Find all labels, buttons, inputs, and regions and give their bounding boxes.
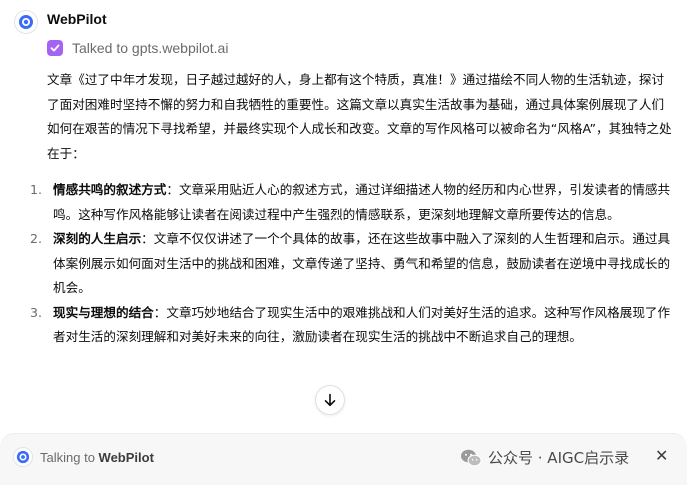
arrow-down-icon xyxy=(324,393,336,407)
message-list: 1. 情感共鸣的叙述方式：文章采用贴近人心的叙述方式，通过详细描述人物的经历和内… xyxy=(30,178,675,350)
list-number: 2. xyxy=(30,231,43,246)
list-item-title: 情感共鸣的叙述方式 xyxy=(53,182,167,197)
close-icon[interactable]: ✕ xyxy=(655,446,668,466)
talking-prefix: Talking to xyxy=(40,450,95,465)
watermark-text: 公众号 · AIGC启示录 xyxy=(488,449,630,467)
check-icon xyxy=(47,40,63,56)
talking-name: WebPilot xyxy=(98,450,154,465)
list-item: 2. 深刻的人生启示：文章不仅仅讲述了一个个具体的故事，还在这些故事中融入了深刻… xyxy=(30,227,675,301)
list-item-body: ：文章不仅仅讲述了一个个具体的故事，还在这些故事中融入了深刻的人生哲理和启示。通… xyxy=(53,231,671,295)
watermark: 公众号 · AIGC启示录 xyxy=(460,447,629,468)
tool-status-text: Talked to gpts.webpilot.ai xyxy=(72,40,229,56)
talking-to-label: Talking to WebPilot xyxy=(40,450,154,465)
chat-page: WebPilot Talked to gpts.webpilot.ai 文章《过… xyxy=(0,0,687,485)
webpilot-logo-icon xyxy=(13,447,33,467)
message-intro: 文章《过了中年才发现，日子越过越好的人，身上都有这个特质，真准！》通过描绘不同人… xyxy=(47,72,672,161)
list-number: 3. xyxy=(30,304,43,320)
list-item-title: 现实与理想的结合 xyxy=(53,304,154,320)
composer-bar: Talking to WebPilot 公众号 · AIGC启示录 ✕ xyxy=(0,433,687,485)
bot-name: WebPilot xyxy=(47,11,107,27)
list-item: 1. 情感共鸣的叙述方式：文章采用贴近人心的叙述方式，通过详细描述人物的经历和内… xyxy=(30,178,675,227)
scroll-down-button[interactable] xyxy=(315,385,345,415)
message-content: 文章《过了中年才发现，日子越过越好的人，身上都有这个特质，真准！》通过描绘不同人… xyxy=(30,68,675,350)
webpilot-logo-icon xyxy=(14,10,38,34)
tool-status-row[interactable]: Talked to gpts.webpilot.ai xyxy=(47,40,228,56)
list-number: 1. xyxy=(30,182,43,197)
wechat-icon xyxy=(460,448,482,468)
list-item-title: 深刻的人生启示 xyxy=(53,231,142,246)
list-item: 3. 现实与理想的结合：文章巧妙地结合了现实生活中的艰难挑战和人们对美好生活的追… xyxy=(30,301,675,350)
